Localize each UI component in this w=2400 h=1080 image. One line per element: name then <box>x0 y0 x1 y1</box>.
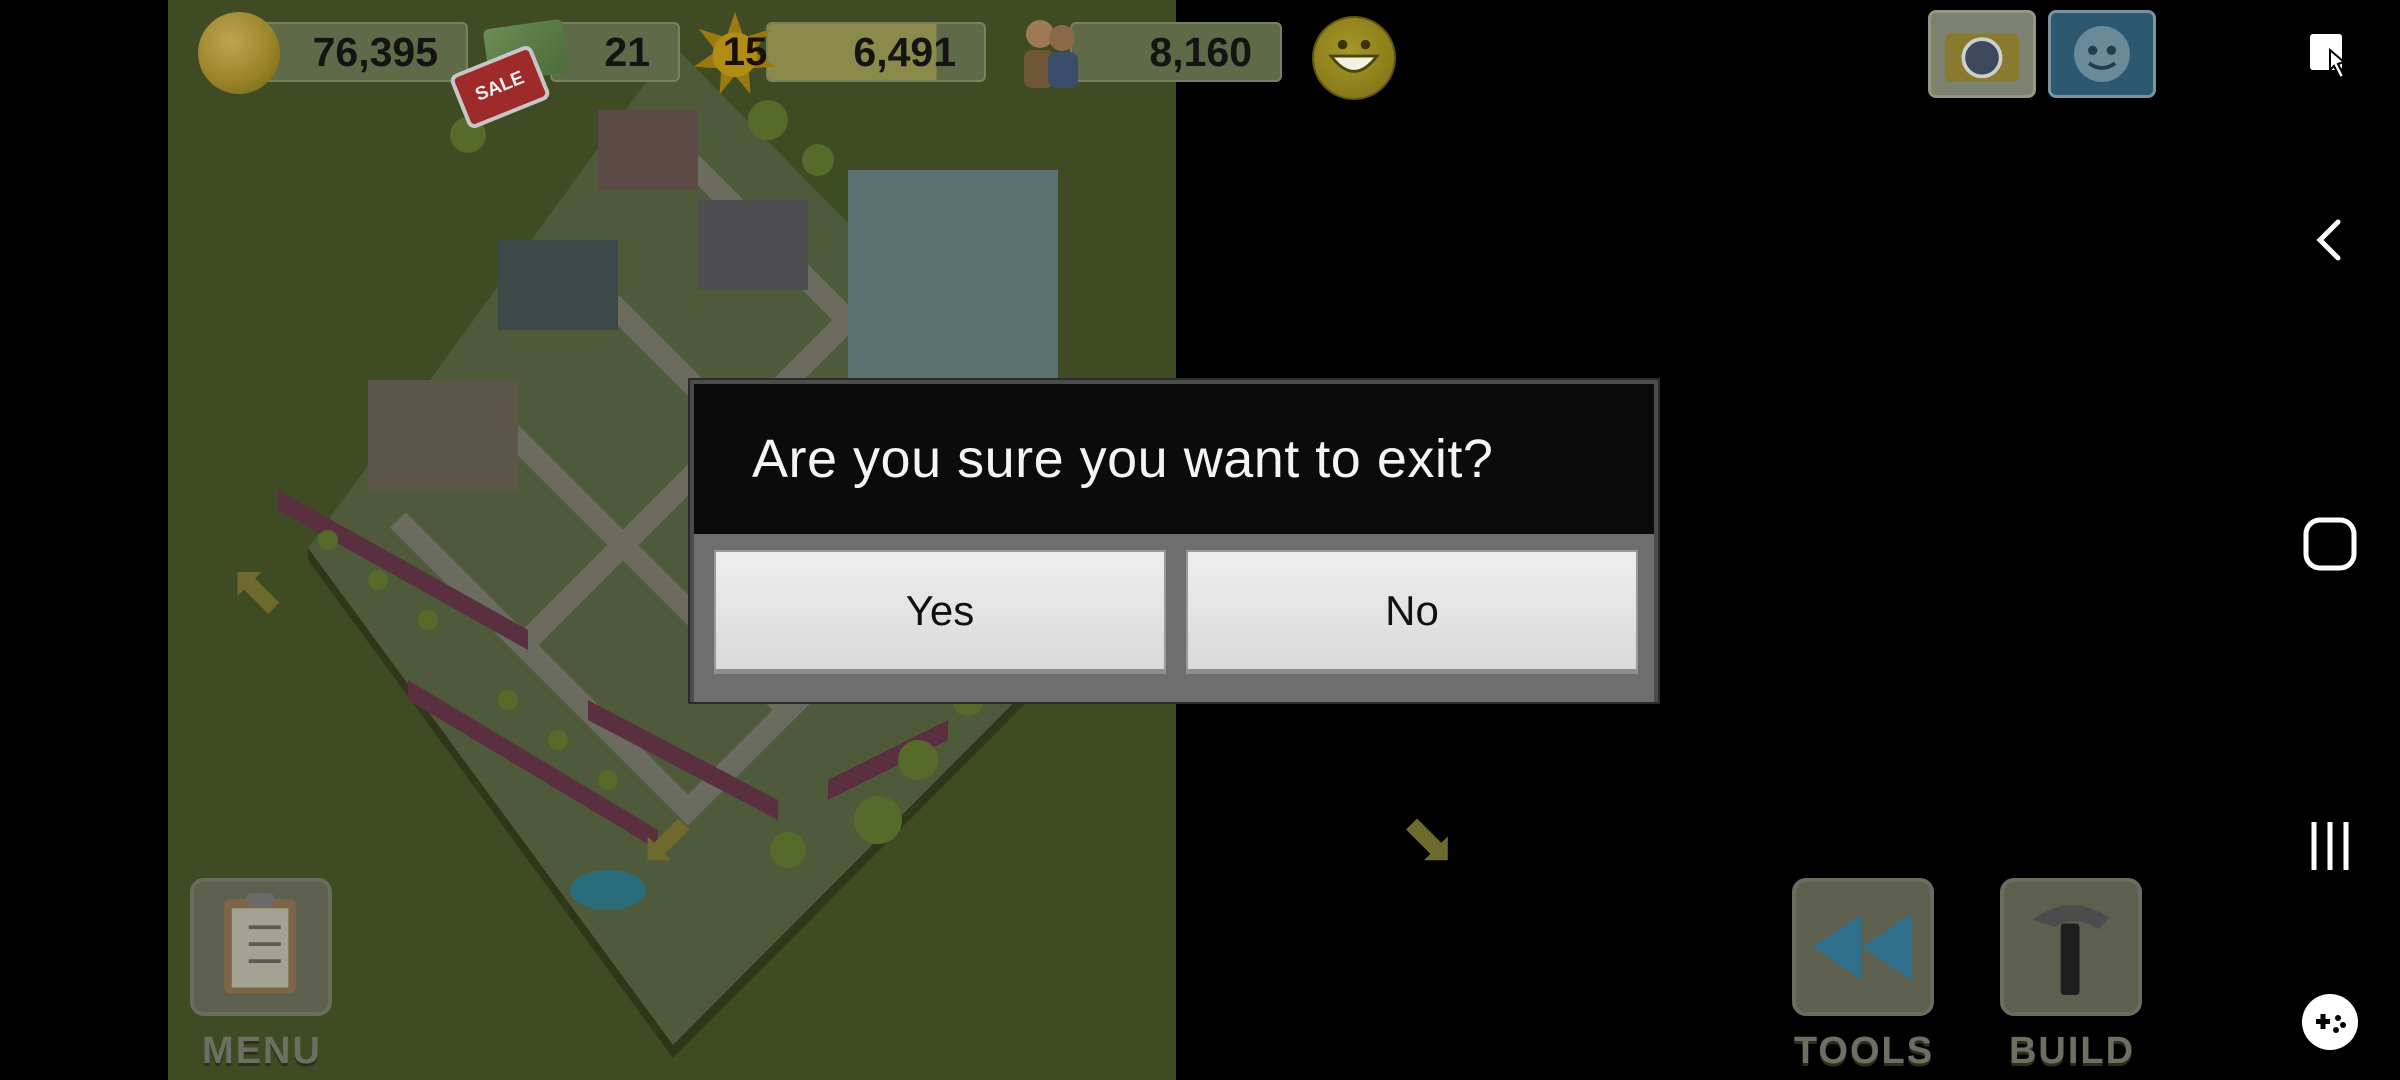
menu-button[interactable] <box>190 878 332 1016</box>
menu-label: MENU <box>202 1030 322 1072</box>
coin-icon <box>198 12 280 94</box>
population-icon <box>1024 20 1078 88</box>
level-value: 15 <box>722 29 768 74</box>
game-tools-icon[interactable] <box>2300 992 2360 1052</box>
camera-button[interactable] <box>1928 10 2036 98</box>
rewind-icon <box>1813 914 1912 980</box>
expand-arrow-southwest[interactable]: ⬋ <box>638 800 695 879</box>
expand-arrow-west[interactable]: ⬉ <box>228 550 285 629</box>
dialog-title-bar: Are you sure you want to exit? <box>694 384 1654 534</box>
experience-value: 6,491 <box>853 28 956 75</box>
cash-value: 21 <box>604 28 650 75</box>
home-icon[interactable] <box>2300 514 2360 574</box>
social-button[interactable] <box>2048 10 2156 98</box>
cash-value-box: 21 <box>550 22 680 82</box>
coins-value-box: 76,395 <box>258 22 468 82</box>
cash-counter[interactable]: 21 SALE <box>448 18 680 131</box>
hammer-icon <box>2032 905 2110 996</box>
tools-label: TOOLS <box>1793 1030 1935 1072</box>
tools-button[interactable] <box>1792 878 1934 1016</box>
level-counter[interactable]: 6,491 15 <box>693 11 986 95</box>
yes-button[interactable]: Yes <box>714 550 1166 674</box>
exit-dialog: Are you sure you want to exit? Yes No <box>690 380 1658 702</box>
park-pond <box>570 870 646 910</box>
experience-value-box: 6,491 <box>766 22 986 82</box>
population-counter[interactable]: 8,160 <box>1010 20 1282 88</box>
smiley-face <box>1328 39 1380 73</box>
dialog-button-row: Yes No <box>694 534 1654 702</box>
back-icon[interactable] <box>2300 210 2360 270</box>
system-nav-bar <box>2176 0 2400 1080</box>
screen-cast-icon[interactable] <box>2300 26 2360 86</box>
population-value: 8,160 <box>1149 28 1252 75</box>
dialog-title: Are you sure you want to exit? <box>752 429 1494 489</box>
smiley-icon[interactable] <box>1312 16 1396 100</box>
sale-badge-text: SALE <box>472 67 528 106</box>
build-label: BUILD <box>2008 1030 2136 1072</box>
build-button[interactable] <box>2000 878 2142 1016</box>
no-button[interactable]: No <box>1186 550 1638 674</box>
coins-value: 76,395 <box>312 28 438 75</box>
clipboard-icon <box>224 893 296 994</box>
social-icon <box>2074 26 2130 82</box>
coins-counter[interactable]: 76,395 <box>198 12 468 94</box>
camera-icon <box>1944 33 2020 82</box>
recent-apps-icon[interactable] <box>2300 816 2360 876</box>
population-value-box: 8,160 <box>1070 22 1282 82</box>
